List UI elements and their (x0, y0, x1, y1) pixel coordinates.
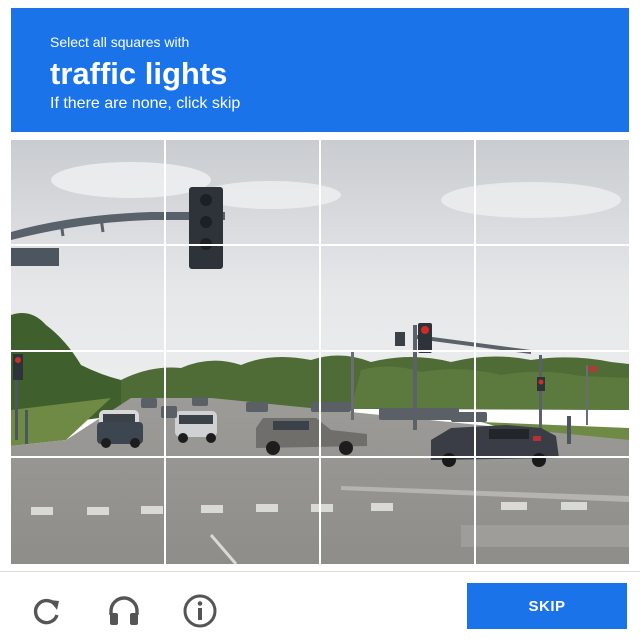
grid-tile[interactable] (11, 458, 164, 562)
grid-tile[interactable] (476, 352, 629, 456)
grid-tile[interactable] (476, 458, 629, 562)
grid-divider (319, 140, 321, 564)
audio-headphones-icon[interactable] (106, 593, 142, 629)
grid-divider (11, 350, 629, 352)
grid-tile[interactable] (11, 246, 164, 350)
captcha-frame: Select all squares with traffic lights I… (0, 0, 640, 641)
grid-divider (164, 140, 166, 564)
grid-tile[interactable] (321, 246, 474, 350)
skip-button[interactable]: SKIP (467, 583, 627, 629)
grid-tile[interactable] (166, 246, 319, 350)
grid-divider (11, 244, 629, 246)
grid-divider (11, 456, 629, 458)
instruction-target: traffic lights (50, 56, 228, 91)
grid-tile[interactable] (166, 352, 319, 456)
instruction-prompt: Select all squares with (50, 34, 190, 50)
instruction-hint: If there are none, click skip (50, 95, 241, 112)
grid-tile[interactable] (321, 458, 474, 562)
image-grid (11, 140, 629, 564)
grid-tile[interactable] (476, 246, 629, 350)
info-icon[interactable] (182, 593, 218, 629)
grid-tile[interactable] (166, 458, 319, 562)
grid-tile[interactable] (11, 352, 164, 456)
grid-tile[interactable] (321, 140, 474, 244)
instructions-header: Select all squares with traffic lights I… (11, 8, 629, 132)
grid-tile[interactable] (321, 352, 474, 456)
grid-tile[interactable] (166, 140, 319, 244)
grid-divider (474, 140, 476, 564)
grid-tile[interactable] (11, 140, 164, 244)
grid-tile[interactable] (476, 140, 629, 244)
reload-icon[interactable] (29, 593, 65, 629)
